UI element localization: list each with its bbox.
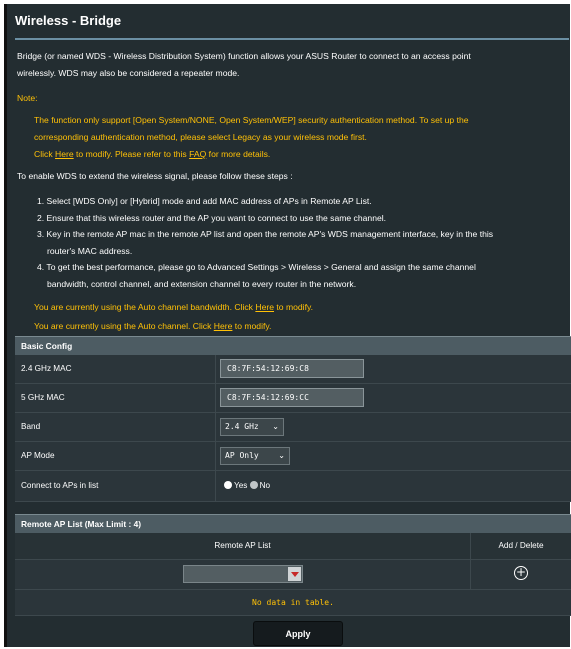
add-cell: + — [470, 560, 571, 589]
dropdown-arrow-icon[interactable] — [288, 567, 301, 581]
ap-mode-select[interactable]: AP Only ⌄ — [220, 447, 290, 465]
chevron-down-icon: ⌄ — [278, 451, 285, 460]
note-line-2: corresponding authentication method, ple… — [34, 132, 367, 142]
basic-config-header: Basic Config — [15, 336, 571, 355]
radio-unselected-icon — [249, 481, 258, 489]
bandwidth-note: You are currently using the Auto channel… — [34, 302, 314, 312]
mac-24-field: C8:7F:54:12:69:C8 — [220, 359, 364, 378]
intro-line-2: wirelessly. WDS may also be considered a… — [17, 68, 240, 78]
faq-link[interactable]: FAQ — [189, 149, 206, 159]
mac-5-label: 5 GHz MAC — [21, 393, 65, 402]
step-item: 4. To get the best performance, please g… — [37, 262, 476, 289]
connect-label: Connect to APs in list — [21, 481, 99, 490]
connect-yes-radio[interactable]: Yes — [224, 481, 247, 490]
mac-5-row: 5 GHz MAC C8:7F:54:12:69:CC — [15, 384, 571, 413]
note-text: The function only support [Open System/N… — [34, 112, 469, 163]
legacy-here-link[interactable]: Here — [55, 149, 74, 159]
step-item: 3. Key in the remote AP mac in the remot… — [37, 229, 494, 256]
intro-text: Bridge (or named WDS - Wireless Distribu… — [17, 48, 471, 82]
band-row: Band 2.4 GHz ⌄ — [15, 413, 571, 442]
radio-selected-icon — [224, 481, 232, 489]
connect-cell: Yes No — [215, 471, 571, 501]
remote-ap-table-header: Remote AP List Add / Delete — [15, 533, 571, 560]
empty-table-message: No data in table. — [15, 590, 571, 616]
mac-24-cell: C8:7F:54:12:69:C8 — [215, 355, 571, 383]
band-select[interactable]: 2.4 GHz ⌄ — [220, 418, 284, 436]
mac-24-label: 2.4 GHz MAC — [21, 364, 72, 373]
title-divider — [15, 38, 569, 40]
band-label: Band — [21, 422, 41, 431]
chevron-down-icon: ⌄ — [272, 422, 279, 431]
wireless-bridge-panel: Wireless - Bridge Bridge (or named WDS -… — [4, 4, 571, 647]
mac-24-row: 2.4 GHz MAC C8:7F:54:12:69:C8 — [15, 355, 571, 384]
intro-line-1: Bridge (or named WDS - Wireless Distribu… — [17, 51, 471, 61]
page-title: Wireless - Bridge — [15, 13, 122, 28]
col-add-delete: Add / Delete — [470, 533, 571, 559]
mac-5-field: C8:7F:54:12:69:CC — [220, 388, 364, 407]
bandwidth-here-link[interactable]: Here — [255, 302, 274, 312]
remote-ap-input-row: + — [15, 560, 571, 590]
note-label: Note: — [17, 93, 38, 103]
connect-no-radio[interactable]: No — [249, 481, 270, 490]
band-cell: 2.4 GHz ⌄ — [215, 413, 571, 441]
steps-intro: To enable WDS to extend the wireless sig… — [17, 171, 293, 181]
ap-mode-cell: AP Only ⌄ — [215, 442, 571, 470]
step-item: 1. Select [WDS Only] or [Hybrid] mode an… — [37, 196, 372, 206]
connect-row: Connect to APs in list Yes No — [15, 471, 571, 502]
step-item: 2. Ensure that this wireless router and … — [37, 212, 387, 223]
apply-button[interactable]: Apply — [253, 621, 343, 646]
remote-ap-combobox[interactable] — [183, 565, 303, 583]
plus-circle-icon[interactable]: + — [514, 566, 528, 580]
connect-radio-group: Yes No — [224, 471, 270, 501]
note-line-1: The function only support [Open System/N… — [34, 115, 469, 125]
col-remote-ap-list: Remote AP List — [214, 541, 271, 550]
ap-mode-label: AP Mode — [21, 451, 55, 460]
mac-5-cell: C8:7F:54:12:69:CC — [215, 384, 571, 412]
channel-here-link[interactable]: Here — [214, 321, 233, 331]
remote-ap-header: Remote AP List (Max Limit : 4) — [15, 514, 571, 533]
steps-list: 1. Select [WDS Only] or [Hybrid] mode an… — [37, 193, 493, 292]
note-line-3: Click Here to modify. Please refer to th… — [34, 149, 271, 159]
ap-mode-row: AP Mode AP Only ⌄ — [15, 442, 571, 471]
channel-note: You are currently using the Auto channel… — [34, 321, 272, 331]
